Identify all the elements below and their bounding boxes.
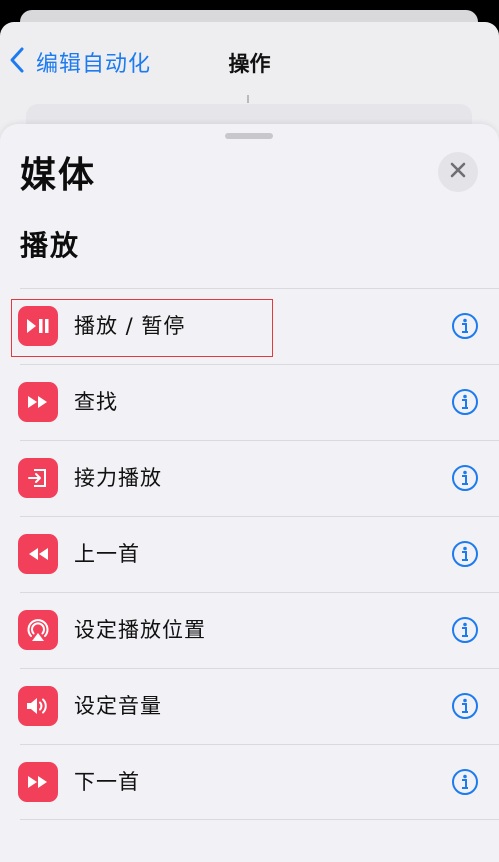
nav-title: 操作: [228, 52, 271, 76]
action-label: 设定音量: [74, 694, 162, 718]
skip-forward-icon: [18, 762, 58, 802]
action-set-playback-destination[interactable]: 设定播放位置: [0, 592, 499, 668]
action-previous-track[interactable]: 上一首: [0, 516, 499, 592]
info-icon[interactable]: [451, 616, 479, 644]
airplay-icon: [18, 610, 58, 650]
sheet-grabber[interactable]: [225, 133, 273, 139]
fast-forward-icon: [18, 382, 58, 422]
action-label: 查找: [74, 390, 118, 414]
action-handoff-playback[interactable]: 接力播放: [0, 440, 499, 516]
action-label: 设定播放位置: [74, 618, 206, 642]
info-icon[interactable]: [451, 464, 479, 492]
info-icon[interactable]: [451, 692, 479, 720]
info-icon[interactable]: [451, 312, 479, 340]
connector-line: [247, 95, 249, 103]
info-icon[interactable]: [451, 540, 479, 568]
rewind-icon: [18, 534, 58, 574]
close-icon: [449, 161, 467, 183]
action-label: 下一首: [74, 770, 140, 794]
section-title-playback: 播放: [20, 229, 81, 262]
action-next-track[interactable]: 下一首: [0, 744, 499, 820]
handoff-icon: [18, 458, 58, 498]
info-icon[interactable]: [451, 768, 479, 796]
action-list: 播放 / 暂停 查找 接力播放 上一首 设定播放位置 设定音量 下一首: [0, 288, 499, 820]
close-button[interactable]: [438, 152, 478, 192]
action-set-volume[interactable]: 设定音量: [0, 668, 499, 744]
info-icon[interactable]: [451, 388, 479, 416]
action-label: 接力播放: [74, 466, 162, 490]
sheet-title: 媒体: [20, 155, 97, 196]
highlight-frame: [11, 299, 273, 357]
action-label: 上一首: [74, 542, 140, 566]
speaker-volume-icon: [18, 686, 58, 726]
media-actions-sheet: 媒体 播放 播放 / 暂停 查找 接力播放 上一首 设定播放位置 设定音量 下一…: [0, 124, 499, 862]
action-find[interactable]: 查找: [0, 364, 499, 440]
